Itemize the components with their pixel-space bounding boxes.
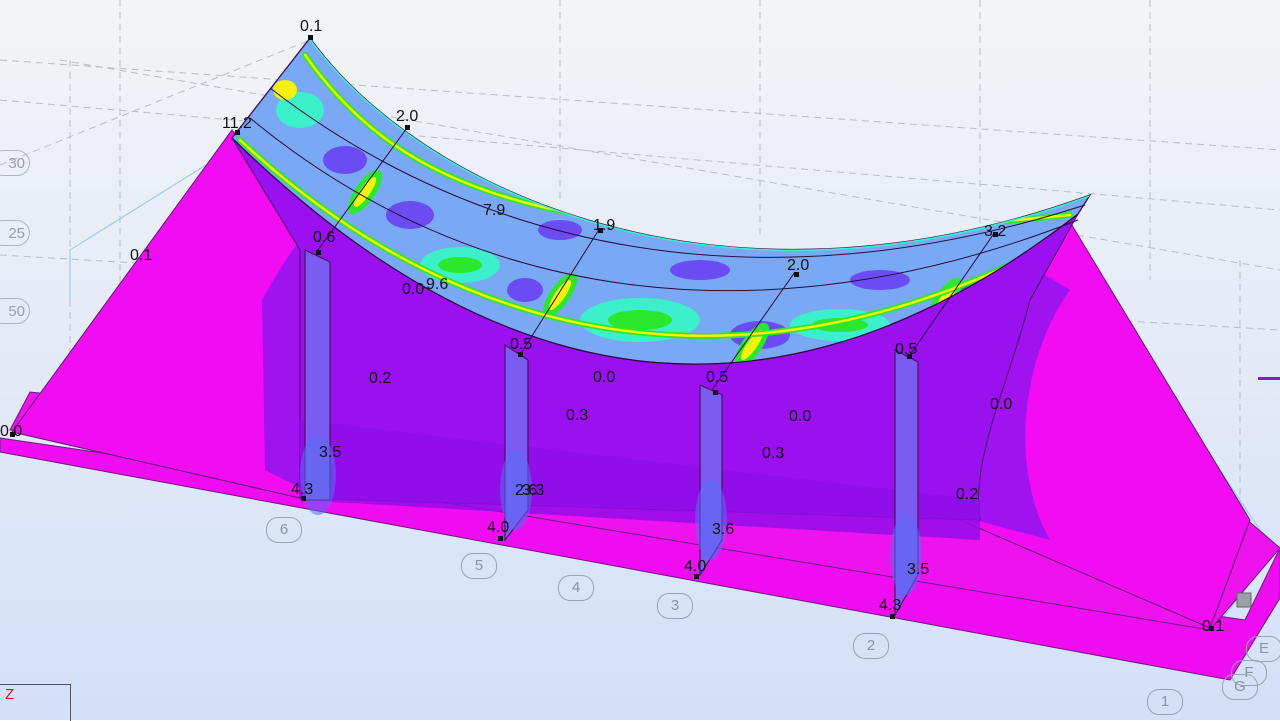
value-label: 0.0 xyxy=(593,369,616,386)
view-marker xyxy=(1258,377,1280,380)
value-label: 4.3 xyxy=(291,481,314,498)
value-label: 3.5 xyxy=(907,561,930,578)
value-label: 0.2 xyxy=(369,370,392,387)
value-label: 3.2 xyxy=(984,223,1007,240)
value-label: 4.0 xyxy=(487,519,510,536)
value-label: 7.9 xyxy=(483,202,506,219)
grid-axis-5[interactable]: 5 xyxy=(461,553,497,579)
value-label: 1.9 xyxy=(593,217,616,234)
value-label: 0.5 xyxy=(510,336,533,353)
grid-axis-2[interactable]: 2 xyxy=(853,633,889,659)
value-label: 2.0 xyxy=(787,257,810,274)
value-label: 4.0 xyxy=(684,558,707,575)
value-label: 0.6 xyxy=(313,229,336,246)
value-label: 0.5 xyxy=(895,341,918,358)
grid-row-E[interactable]: E xyxy=(1246,636,1280,662)
axis-indicator: Z xyxy=(0,684,71,721)
grid-axis-3[interactable]: 3 xyxy=(657,593,693,619)
value-label: 9.6 xyxy=(426,276,449,293)
grid-row-G[interactable]: G xyxy=(1222,674,1258,700)
model-viewport[interactable] xyxy=(0,0,1280,720)
level-bubble-1[interactable]: 30 xyxy=(0,150,30,176)
support-marker xyxy=(1236,592,1252,608)
value-label: 0.1 xyxy=(130,247,153,264)
value-label: 3.6 xyxy=(712,521,735,538)
grid-axis-1[interactable]: 1 xyxy=(1147,689,1183,715)
value-label: 4.3 xyxy=(879,597,902,614)
value-label: 0.3 xyxy=(762,445,785,462)
z-axis-label: Z xyxy=(5,686,15,703)
value-label: 3.5 xyxy=(319,444,342,461)
value-label: 0.1 xyxy=(300,18,323,35)
level-bubble-3[interactable]: 50 xyxy=(0,298,30,324)
value-label: 11.2 xyxy=(222,115,252,132)
value-label: 0.0 xyxy=(402,281,425,298)
value-label: 0.5 xyxy=(706,369,729,386)
grid-axis-6[interactable]: 6 xyxy=(266,517,302,543)
value-label: 3.3 xyxy=(522,482,545,499)
value-label: 0.0 xyxy=(0,423,23,440)
value-label: 0.0 xyxy=(789,408,812,425)
value-label: 0.0 xyxy=(990,396,1013,413)
grid-axis-4[interactable]: 4 xyxy=(558,575,594,601)
value-label: 0.2 xyxy=(956,486,979,503)
value-label: 2.0 xyxy=(396,108,419,125)
level-bubble-2[interactable]: 25 xyxy=(0,220,30,246)
value-label: 0.1 xyxy=(1202,618,1225,635)
value-label: 0.3 xyxy=(566,407,589,424)
